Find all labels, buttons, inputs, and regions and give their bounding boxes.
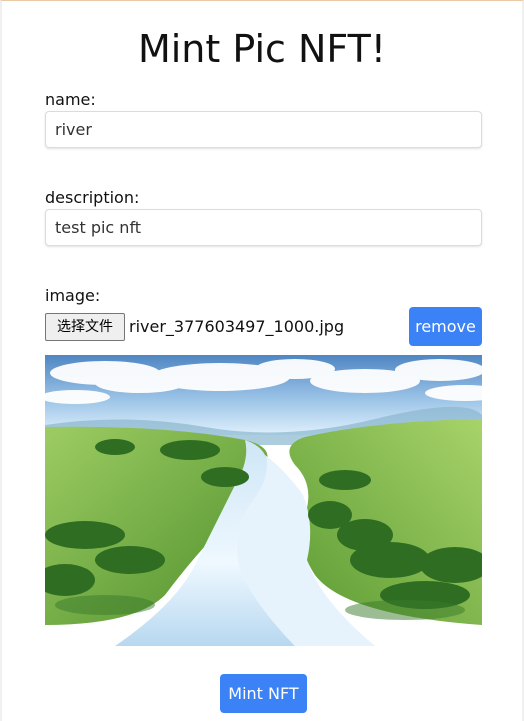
mint-nft-button[interactable]: Mint NFT	[220, 674, 307, 713]
page-title: Mint Pic NFT!	[137, 27, 387, 72]
image-preview	[45, 355, 482, 646]
choose-file-button[interactable]: 选择文件	[45, 313, 125, 341]
description-input[interactable]	[45, 209, 482, 246]
app-window: Mint Pic NFT! name: description: image: …	[0, 0, 524, 721]
remove-button[interactable]: remove	[409, 307, 482, 346]
name-input[interactable]	[45, 111, 482, 148]
image-label: image:	[45, 286, 101, 305]
selected-file-name: river_377603497_1000.jpg	[129, 317, 345, 336]
name-label: name:	[45, 90, 96, 109]
description-label: description:	[45, 188, 140, 207]
